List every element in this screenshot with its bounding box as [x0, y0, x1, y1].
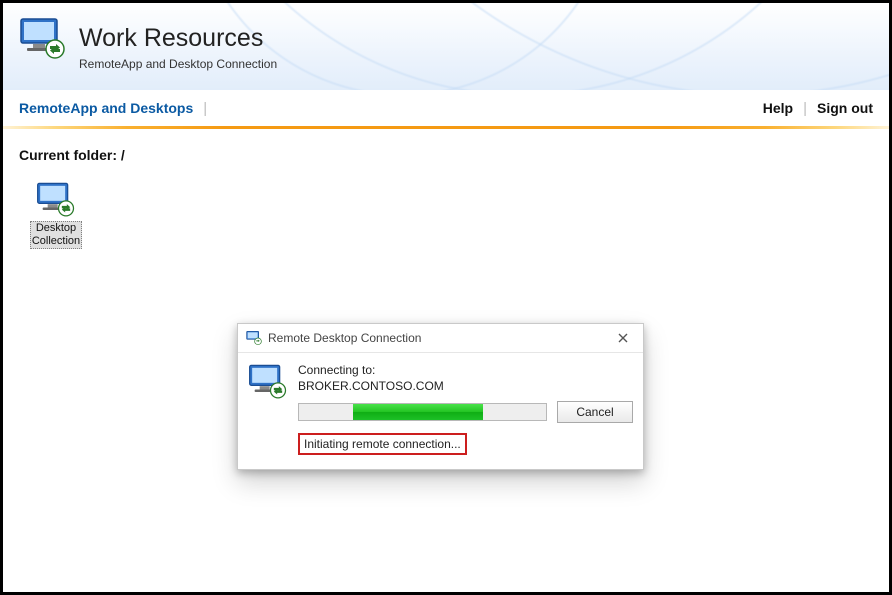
- monitor-rdp-icon: [248, 363, 288, 401]
- rdc-dialog: Remote Desktop Connection Connecting to:: [237, 323, 644, 470]
- page-title: Work Resources: [79, 24, 263, 53]
- header-band: Work Resources RemoteApp and Desktop Con…: [3, 3, 889, 90]
- item-grid: DesktopCollection: [19, 181, 873, 249]
- page-subtitle: RemoteApp and Desktop Connection: [79, 57, 277, 71]
- help-link[interactable]: Help: [763, 100, 793, 116]
- dialog-title-text: Remote Desktop Connection: [268, 331, 611, 345]
- rdweb-page: { "header": { "title": "Work Resources",…: [0, 0, 892, 595]
- close-icon[interactable]: [611, 328, 635, 348]
- nav-right: Help | Sign out: [763, 100, 873, 117]
- progress-fill: [353, 404, 483, 420]
- current-folder-label: Current folder: /: [19, 147, 873, 163]
- dialog-body: Connecting to: BROKER.CONTOSO.COM Cancel…: [238, 353, 643, 469]
- dialog-main: Connecting to: BROKER.CONTOSO.COM Cancel…: [298, 363, 633, 455]
- monitor-rdp-icon: [36, 181, 76, 219]
- status-text-highlighted: Initiating remote connection...: [298, 433, 467, 455]
- resource-desktop-collection[interactable]: DesktopCollection: [19, 181, 93, 249]
- cancel-button[interactable]: Cancel: [557, 401, 633, 423]
- progress-row: Cancel: [298, 401, 633, 423]
- content-area: Current folder: / DesktopCollection: [3, 129, 889, 267]
- signout-link[interactable]: Sign out: [817, 100, 873, 116]
- monitor-rdp-icon: [19, 17, 67, 61]
- resource-label: DesktopCollection: [30, 221, 82, 249]
- connecting-label: Connecting to:: [298, 363, 633, 377]
- nav-row: RemoteApp and Desktops | Help | Sign out: [3, 90, 889, 126]
- monitor-rdp-icon: [246, 330, 262, 346]
- dialog-titlebar[interactable]: Remote Desktop Connection: [238, 324, 643, 353]
- nav-separator: |: [203, 100, 207, 117]
- tab-remoteapp-desktops[interactable]: RemoteApp and Desktops: [19, 100, 193, 116]
- connection-host: BROKER.CONTOSO.COM: [298, 379, 633, 393]
- nav-separator: |: [803, 100, 807, 117]
- progress-bar: [298, 403, 547, 421]
